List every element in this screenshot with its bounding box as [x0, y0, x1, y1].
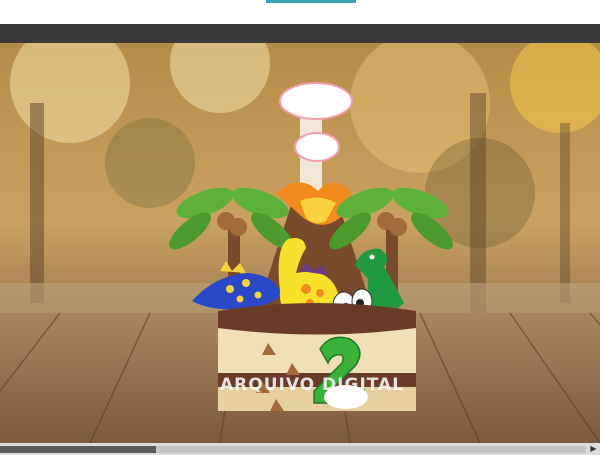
horizontal-scrollbar-track[interactable] — [156, 446, 586, 453]
triangle-right-icon[interactable]: ▶ — [588, 444, 599, 454]
active-tab-indicator — [266, 0, 356, 3]
top-toolbar — [0, 0, 600, 24]
viewer-frame-bar — [0, 24, 600, 43]
watermark-text: ARQUIVO DIGITAL — [220, 375, 405, 395]
image-viewer: ARQUIVO DIGITAL — [0, 43, 600, 443]
horizontal-scrollbar-thumb[interactable] — [0, 446, 156, 453]
